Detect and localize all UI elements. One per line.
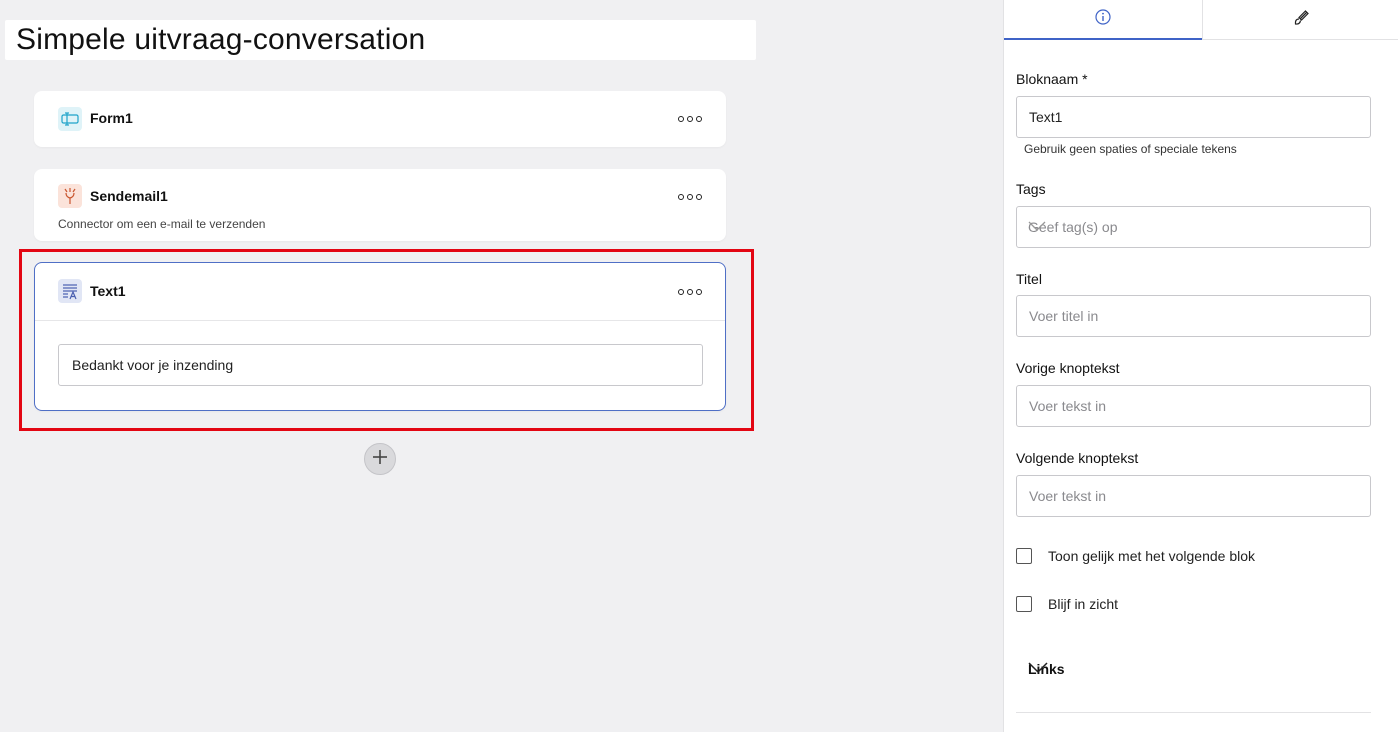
stay-visible-label: Blijf in zicht — [1048, 596, 1119, 612]
tags-label: Tags — [1016, 181, 1046, 197]
info-icon — [1095, 8, 1111, 30]
title-label: Titel — [1016, 271, 1042, 287]
show-together-checkbox-row[interactable]: Toon gelijk met het volgende blok — [1016, 546, 1255, 566]
block-text-input[interactable] — [58, 344, 703, 386]
show-together-checkbox[interactable] — [1016, 548, 1032, 564]
block-name: Text1 — [90, 283, 126, 299]
links-section-toggle[interactable]: Links — [1016, 644, 1371, 692]
tab-info[interactable] — [1004, 0, 1202, 40]
text-block-icon — [58, 279, 82, 303]
block-description: Connector om een e-mail te verzenden — [58, 217, 266, 231]
show-together-label: Toon gelijk met het volgende blok — [1048, 548, 1256, 564]
prev-button-text-label: Vorige knoptekst — [1016, 360, 1120, 376]
title-field[interactable] — [1016, 295, 1371, 337]
chevron-down-icon — [1028, 660, 1351, 677]
block-name-hint: Gebruik geen spaties of speciale tekens — [1024, 142, 1237, 156]
panel-divider — [1016, 712, 1371, 713]
chevron-down-icon — [1028, 219, 1360, 235]
block-name-label: Bloknaam * — [1016, 71, 1088, 87]
panel-tabs — [1004, 0, 1398, 40]
page-title-field[interactable]: Simpele uitvraag-conversation — [5, 20, 756, 60]
brush-icon — [1293, 9, 1309, 31]
more-options-button[interactable] — [678, 112, 702, 126]
next-button-text-label: Volgende knoptekst — [1016, 450, 1139, 466]
page-title: Simpele uitvraag-conversation — [16, 23, 426, 56]
tab-style[interactable] — [1202, 0, 1398, 40]
more-options-button[interactable] — [678, 285, 702, 299]
more-options-button[interactable] — [678, 190, 702, 204]
block-name: Sendemail1 — [90, 188, 168, 204]
plus-icon — [371, 448, 389, 471]
add-block-button[interactable] — [364, 443, 396, 475]
tags-select[interactable]: Geef tag(s) op — [1016, 206, 1371, 248]
form-icon — [58, 107, 82, 131]
card-divider — [35, 320, 725, 321]
block-card-form1[interactable]: Form1 — [34, 91, 726, 147]
email-connector-icon — [58, 184, 82, 208]
next-button-text-field[interactable] — [1016, 475, 1371, 517]
prev-button-text-field[interactable] — [1016, 385, 1371, 427]
stay-visible-checkbox-row[interactable]: Blijf in zicht — [1016, 594, 1118, 614]
properties-panel: Bloknaam * Gebruik geen spaties of speci… — [1003, 0, 1398, 732]
block-card-sendemail1[interactable]: Sendemail1 Connector om een e-mail te ve… — [34, 169, 726, 241]
block-card-text1[interactable]: Text1 — [34, 262, 726, 411]
block-name: Form1 — [90, 110, 133, 126]
flow-canvas: Simpele uitvraag-conversation Form1 Send… — [0, 0, 1003, 732]
stay-visible-checkbox[interactable] — [1016, 596, 1032, 612]
block-name-field[interactable] — [1016, 96, 1371, 138]
